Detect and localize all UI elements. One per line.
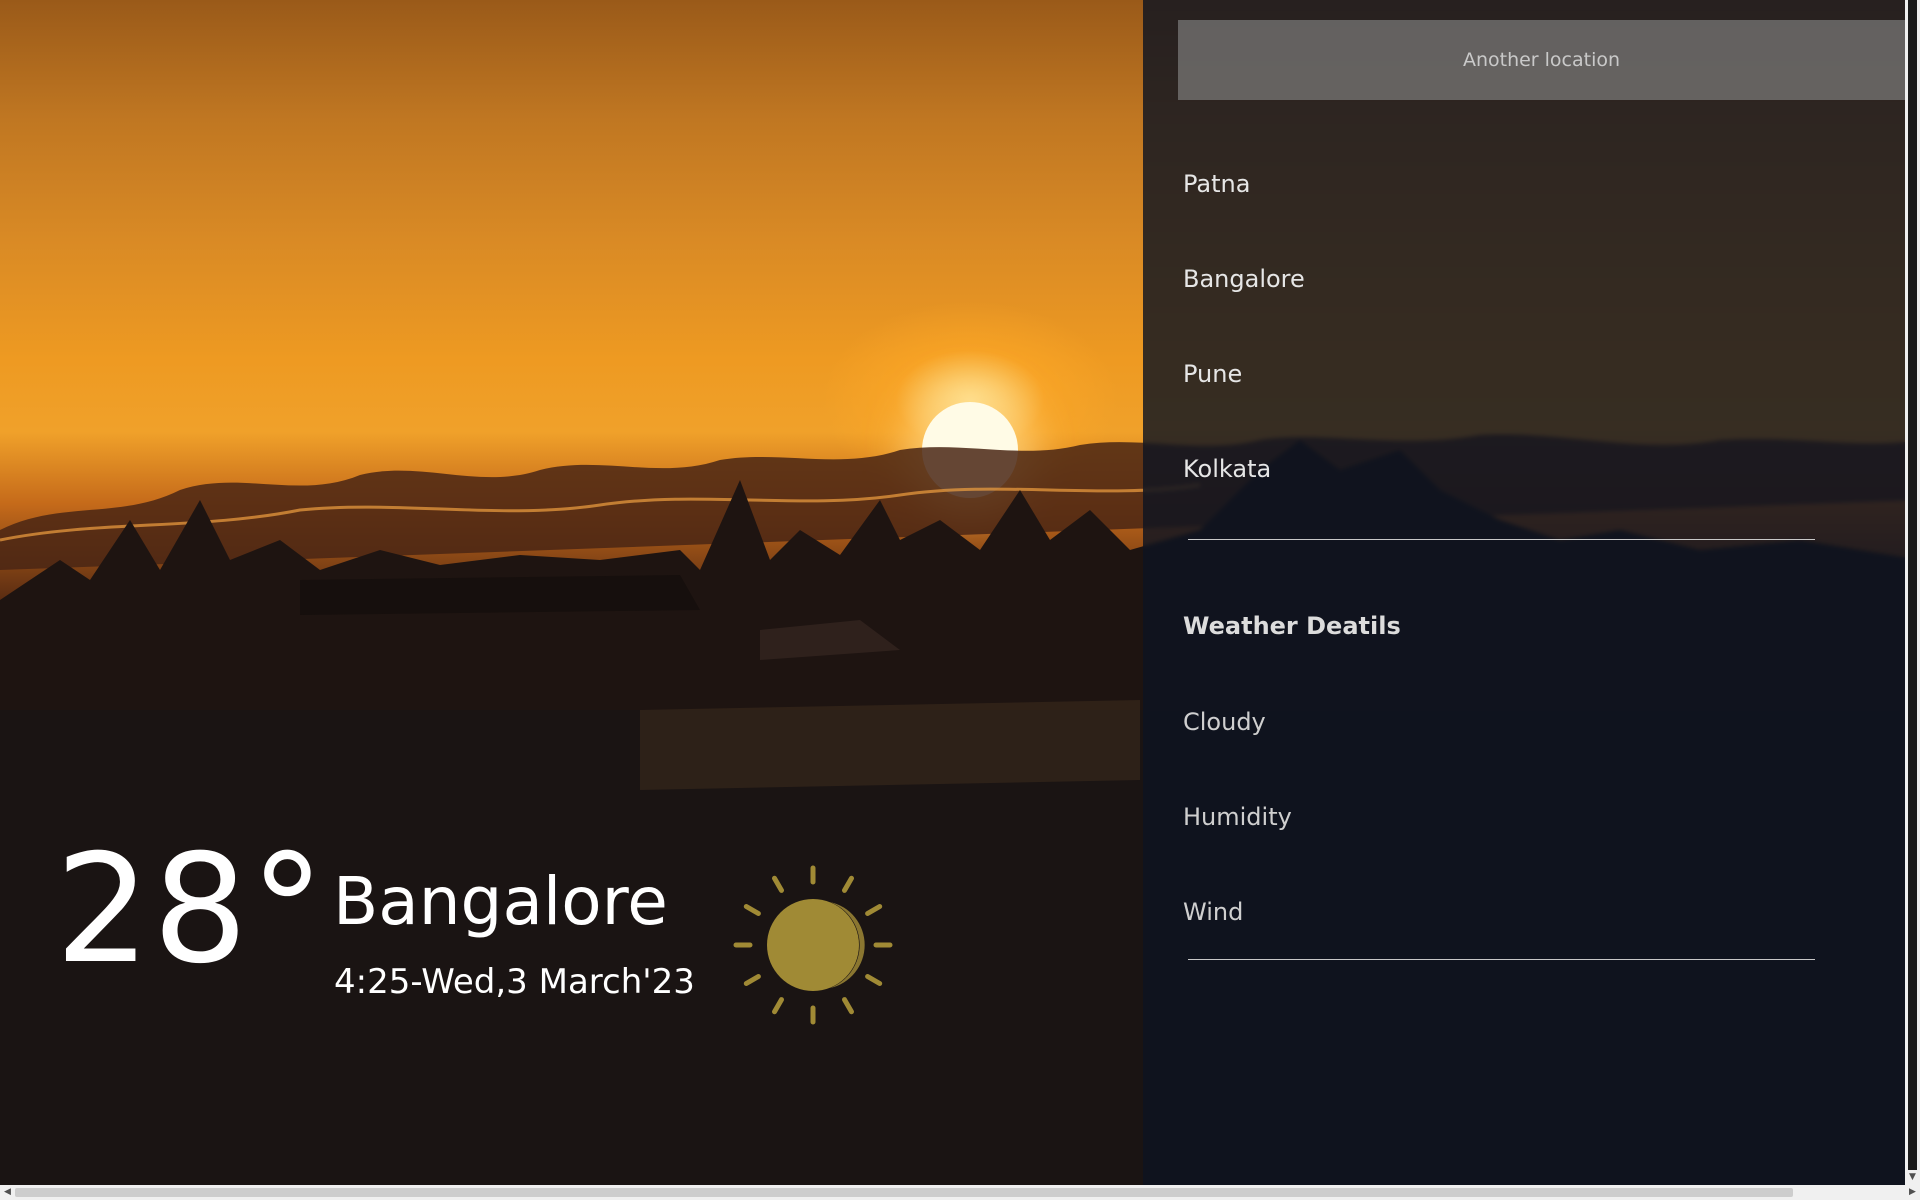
vertical-scrollbar[interactable]: ▼: [1905, 0, 1920, 1185]
locations-divider: [1188, 539, 1815, 540]
scroll-right-arrow-icon[interactable]: ▶: [1905, 1185, 1920, 1200]
date-time: 4:25-Wed,3 March'23: [334, 962, 695, 1002]
location-item-pune[interactable]: Pune: [1183, 358, 1813, 453]
details-divider: [1188, 959, 1815, 960]
horizontal-scrollbar[interactable]: ◀ ▶: [0, 1185, 1920, 1200]
detail-humidity: Humidity: [1183, 803, 1292, 831]
weather-details-title: Weather Deatils: [1183, 612, 1401, 640]
sun-icon: [733, 865, 893, 1025]
vertical-scrollbar-thumb[interactable]: [1908, 0, 1917, 1170]
city-name: Bangalore: [333, 863, 668, 940]
temperature-value: 28°: [55, 823, 327, 997]
location-item-patna[interactable]: Patna: [1183, 168, 1813, 263]
location-search-input[interactable]: [1178, 20, 1905, 100]
detail-cloudy: Cloudy: [1183, 708, 1266, 736]
horizontal-scrollbar-thumb[interactable]: [15, 1188, 1793, 1197]
location-list: Patna Bangalore Pune Kolkata: [1183, 168, 1813, 548]
location-item-bangalore[interactable]: Bangalore: [1183, 263, 1813, 358]
detail-wind: Wind: [1183, 898, 1244, 926]
weather-details-list: Cloudy Humidity Wind: [1183, 706, 1292, 991]
location-item-kolkata[interactable]: Kolkata: [1183, 453, 1813, 548]
weather-app: 28° Bangalore 4:25-Wed,3 March'23 Patna …: [0, 0, 1920, 1200]
scroll-down-arrow-icon[interactable]: ▼: [1905, 1170, 1920, 1185]
scroll-left-arrow-icon[interactable]: ◀: [0, 1185, 15, 1200]
side-panel: Patna Bangalore Pune Kolkata Weather Dea…: [1143, 0, 1905, 1185]
